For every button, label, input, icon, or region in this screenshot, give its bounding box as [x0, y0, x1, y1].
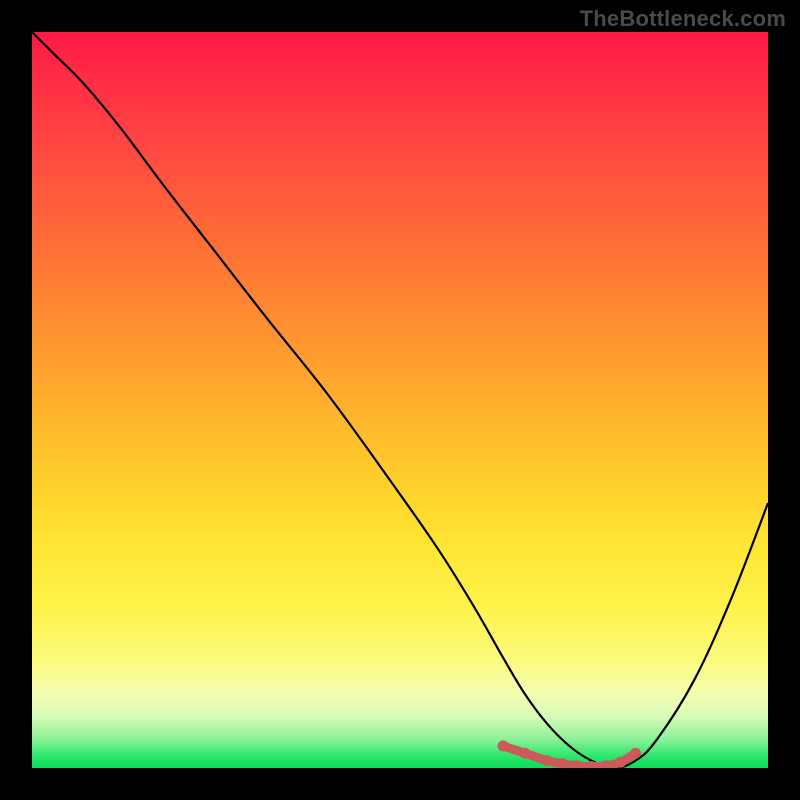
chart-frame: TheBottleneck.com [0, 0, 800, 800]
marker-dot [630, 748, 641, 759]
marker-dot [542, 755, 553, 766]
marker-dot [520, 748, 531, 759]
bottleneck-curve [32, 32, 768, 768]
marker-dot [615, 757, 626, 768]
watermark-text: TheBottleneck.com [580, 6, 786, 32]
curve-layer [32, 32, 768, 768]
plot-area [32, 32, 768, 768]
marker-dot [498, 740, 509, 751]
